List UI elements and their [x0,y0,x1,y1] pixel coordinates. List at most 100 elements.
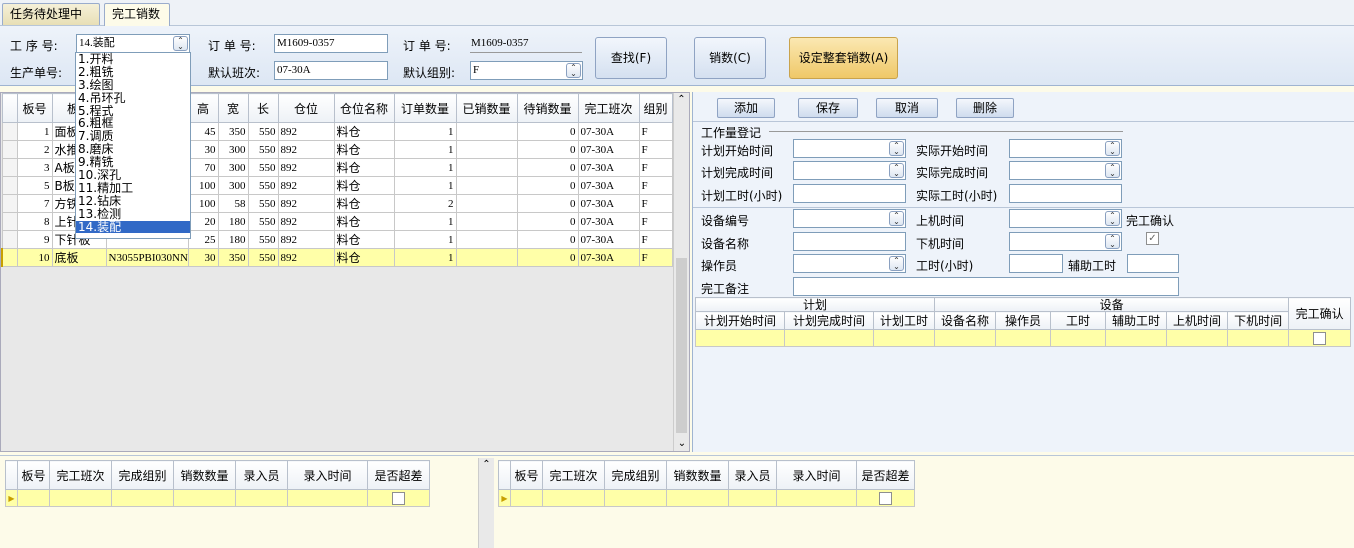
table-cell[interactable]: 550 [247,122,279,141]
cell[interactable] [872,329,936,347]
cell[interactable] [235,489,288,507]
row-header[interactable] [1,194,18,213]
table-cell[interactable]: 0 [516,194,579,213]
scrollbar-thumb[interactable] [676,258,687,433]
table-cell[interactable]: 07-30A [577,140,640,159]
table-cell[interactable]: 8 [16,212,53,231]
col-header[interactable]: 完工班次 [577,93,640,123]
find-button[interactable]: 查找(F) [595,37,667,79]
col-header[interactable]: 是否超差 [856,460,915,490]
col-header[interactable]: 板号 [510,460,543,490]
table-cell[interactable]: 30 [187,140,219,159]
table-cell[interactable] [455,122,518,141]
completion-note-input[interactable] [793,277,1179,296]
group-combo[interactable]: F [470,61,583,80]
table-cell[interactable]: 1 [393,230,457,249]
dropdown-option[interactable]: 10.深孔 [76,169,190,182]
cell[interactable] [934,329,997,347]
cell[interactable] [173,489,236,507]
row-header[interactable] [1,140,18,159]
chevron-down-icon[interactable] [566,63,581,78]
table-cell[interactable]: 58 [217,194,249,213]
cell[interactable] [367,489,430,507]
scroll-up-icon[interactable]: ⌃ [674,93,689,107]
plan-start-combo[interactable] [793,139,906,158]
row-header[interactable] [1,212,18,231]
table-cell[interactable]: 350 [217,248,249,267]
table-cell[interactable]: 892 [277,140,335,159]
col-header[interactable]: 完成组别 [604,460,667,490]
table-cell[interactable]: 892 [277,212,335,231]
col-header[interactable]: 完工班次 [49,460,112,490]
cell[interactable] [784,329,874,347]
table-cell[interactable]: 892 [277,158,335,177]
cell[interactable] [1166,329,1229,347]
table-cell[interactable]: 10 [16,248,53,267]
table-cell[interactable]: 0 [516,248,579,267]
table-cell[interactable]: 550 [247,230,279,249]
dropdown-option[interactable]: 12.钻床 [76,194,190,208]
chevron-down-icon[interactable] [1105,163,1120,178]
table-row[interactable]: 10 底板 N3055PBI030NN 30 350 550 892 料仓 1 0 07-30A F [1,248,673,267]
delete-button[interactable]: 删除 [956,98,1014,118]
dropdown-option[interactable]: 3.绘图 [76,78,190,92]
table-cell[interactable]: 07-30A [577,212,640,231]
table-cell[interactable]: F [638,140,673,159]
main-vertical-scrollbar[interactable]: ⌃ ⌄ [673,93,689,451]
table-cell[interactable]: 180 [217,212,249,231]
process-dropdown-list[interactable]: 1.开料 2.粗铣 3.绘图 4.吊环孔 5.程式 6.粗框 7.调质 8.磨床… [75,52,191,239]
confirm-checkbox[interactable] [1313,332,1327,345]
table-cell[interactable]: 料仓 [333,248,395,267]
chevron-down-icon[interactable] [1105,234,1120,249]
cell[interactable] [1288,329,1352,347]
col-header[interactable]: 是否超差 [367,460,430,490]
col-header[interactable]: 完工班次 [542,460,605,490]
table-cell[interactable] [455,140,518,159]
table-cell[interactable] [455,248,518,267]
process-combo[interactable]: 14.装配 [76,34,190,53]
col-header[interactable]: 录入时间 [287,460,368,490]
table-cell[interactable]: 45 [187,122,219,141]
col-header[interactable]: 订单数量 [393,93,457,123]
table-cell[interactable]: 300 [217,158,249,177]
actual-end-combo[interactable] [1009,161,1122,180]
table-cell[interactable]: 7 [16,194,53,213]
col-header[interactable]: 已销数量 [455,93,518,123]
col-header[interactable]: 板号 [16,93,53,123]
scroll-down-icon[interactable]: ⌄ [674,437,690,451]
table-cell[interactable] [455,176,518,195]
table-cell[interactable]: F [638,122,673,141]
tab-completion-sales[interactable]: 完工销数 [104,3,170,26]
table-cell[interactable]: 1 [393,176,457,195]
col-header[interactable]: 仓位名称 [333,93,395,123]
table-cell[interactable]: 0 [516,176,579,195]
table-cell[interactable]: N3055PBI030NN [105,248,189,267]
equipment-code-combo[interactable] [793,209,906,228]
table-cell[interactable]: 2 [393,194,457,213]
table-cell[interactable]: 料仓 [333,194,395,213]
table-cell[interactable]: 07-30A [577,158,640,177]
table-row[interactable] [695,329,1352,347]
col-header[interactable]: 完成组别 [111,460,174,490]
bottom-left-scrollbar[interactable]: ⌃ [478,458,494,548]
plan-hours-input[interactable] [793,184,906,203]
table-cell[interactable]: 0 [516,230,579,249]
col-header[interactable]: 待销数量 [516,93,579,123]
table-cell[interactable] [455,158,518,177]
col-header[interactable]: 计划开始时间 [695,311,785,330]
table-cell[interactable]: 料仓 [333,122,395,141]
col-header[interactable]: 高 [187,93,219,123]
table-cell[interactable] [455,194,518,213]
col-header[interactable]: 录入时间 [776,460,857,490]
tab-task-center[interactable]: 任务待处理中心 [2,3,100,41]
table-cell[interactable]: 20 [187,212,219,231]
cell[interactable] [776,489,857,507]
hours-input[interactable] [1009,254,1063,273]
row-header[interactable] [1,248,18,267]
table-cell[interactable]: F [638,176,673,195]
table-cell[interactable]: 892 [277,122,335,141]
set-full-sell-button[interactable]: 设定整套销数(A) [789,37,898,79]
table-cell[interactable]: 300 [217,140,249,159]
table-cell[interactable] [455,230,518,249]
plan-end-combo[interactable] [793,161,906,180]
